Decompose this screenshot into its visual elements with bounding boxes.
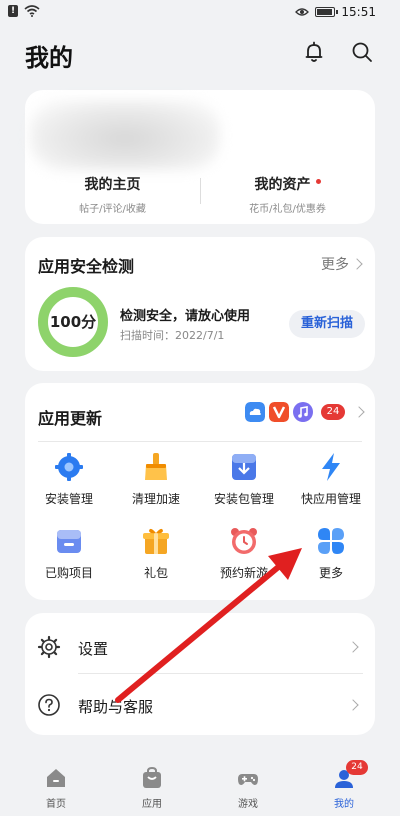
- status-bar: ! 15:51: [0, 0, 400, 26]
- rescan-button[interactable]: 重新扫描: [289, 310, 365, 338]
- gamepad-icon: [238, 774, 258, 785]
- settings-gear-icon: [37, 635, 61, 659]
- scan-time: 扫描时间：2022/7/1: [120, 329, 225, 342]
- more-label: 更多: [321, 257, 349, 273]
- app-bag-icon: [143, 766, 161, 788]
- bottom-navigation: 首页 应用 游戏 24 我的: [0, 756, 400, 816]
- package-management-item[interactable]: 安装包管理: [200, 451, 288, 507]
- purchased-items-item[interactable]: 已购项目: [25, 525, 113, 581]
- my-homepage-entry[interactable]: 我的主页 帖子/评论/收藏: [25, 174, 200, 215]
- search-icon[interactable]: [350, 40, 374, 64]
- install-management-label: 安装管理: [44, 492, 93, 506]
- settings-label: 设置: [78, 640, 109, 658]
- app-update-title: 应用更新: [38, 409, 103, 428]
- profile-card: 我的主页 帖子/评论/收藏 我的资产 花币/礼包/优惠券: [25, 90, 375, 224]
- quick-app-management-item[interactable]: 快应用管理: [287, 451, 375, 507]
- battery-icon: [315, 7, 339, 17]
- my-assets-sub: 花币/礼包/优惠券: [249, 204, 326, 215]
- nav-home[interactable]: 首页: [26, 766, 86, 810]
- quick-app-management-label: 快应用管理: [300, 492, 361, 506]
- bell-icon[interactable]: [302, 40, 326, 64]
- v-app-icon: [269, 402, 289, 422]
- more-tools-item[interactable]: 更多: [287, 525, 375, 581]
- nav-mine-badge: 24: [346, 760, 368, 775]
- reserve-new-game-item[interactable]: 预约新游: [200, 525, 288, 581]
- divider: [38, 441, 362, 442]
- cloud-app-icon: [245, 402, 265, 422]
- score-label: 100分: [49, 313, 97, 331]
- music-app-icon: [293, 402, 313, 422]
- nav-apps-label: 应用: [142, 799, 162, 810]
- settings-row[interactable]: 设置: [25, 617, 375, 673]
- package-management-label: 安装包管理: [213, 492, 274, 506]
- my-assets-label: 我的资产: [254, 177, 311, 193]
- divider: [78, 673, 363, 674]
- help-service-label: 帮助与客服: [78, 698, 154, 716]
- nav-home-label: 首页: [46, 799, 66, 810]
- nav-apps[interactable]: 应用: [122, 766, 182, 810]
- purchased-box-icon: [57, 530, 81, 553]
- my-homepage-sub: 帖子/评论/收藏: [79, 204, 146, 215]
- security-card: 应用安全检测 更多 100分 检测安全，请放心使用 扫描时间：2022/7/1 …: [25, 237, 375, 371]
- wifi-icon: [24, 5, 40, 17]
- clean-speedup-item[interactable]: 清理加速: [112, 451, 200, 507]
- clean-speedup-label: 清理加速: [131, 492, 180, 506]
- install-management-item[interactable]: 安装管理: [25, 451, 113, 507]
- chevron-right-icon: [347, 699, 359, 711]
- settings-card: 设置 帮助与客服: [25, 613, 375, 735]
- nav-games[interactable]: 游戏: [218, 766, 278, 810]
- package-icon: [232, 454, 256, 480]
- nav-games-label: 游戏: [238, 799, 258, 810]
- chevron-right-icon: [351, 258, 363, 270]
- more-tools-label: 更多: [318, 566, 343, 580]
- help-service-row[interactable]: 帮助与客服: [25, 675, 375, 731]
- security-score-ring: 100分: [36, 285, 110, 359]
- security-more-link[interactable]: 更多: [321, 254, 363, 274]
- four-petal-icon: [318, 528, 344, 554]
- my-homepage-label: 我的主页: [84, 177, 141, 193]
- clock: 15:51: [341, 5, 376, 19]
- security-status: 检测安全，请放心使用: [120, 309, 251, 324]
- lightning-icon: [322, 453, 340, 481]
- chevron-right-icon: [347, 641, 359, 653]
- home-icon: [47, 769, 65, 787]
- nav-mine-label: 我的: [334, 799, 354, 810]
- nav-mine[interactable]: 24 我的: [314, 760, 374, 810]
- purchased-items-label: 已购项目: [44, 566, 93, 580]
- chevron-right-icon: [353, 406, 365, 418]
- gift-pack-label: 礼包: [143, 566, 168, 580]
- page-title: 我的: [25, 44, 73, 72]
- gift-icon: [143, 528, 169, 554]
- blurred-profile-info: [30, 100, 220, 170]
- broom-icon: [145, 453, 167, 480]
- red-dot-indicator: [315, 178, 321, 184]
- gift-pack-item[interactable]: 礼包: [112, 525, 200, 581]
- security-title: 应用安全检测: [38, 257, 135, 276]
- eye-icon: [295, 8, 310, 16]
- app-update-card: 应用更新 24 安装管理 清理加速 安装包管理 快应用管理 已购项目 礼包 预约…: [25, 383, 375, 600]
- help-question-icon: [38, 694, 60, 716]
- update-count-badge: 24: [321, 404, 345, 420]
- app-update-preview[interactable]: 24: [245, 402, 365, 422]
- reserve-new-game-label: 预约新游: [219, 566, 268, 580]
- alarm-clock-icon: [231, 528, 257, 554]
- my-assets-entry[interactable]: 我的资产 花币/礼包/优惠券: [200, 174, 375, 215]
- gear-icon: [55, 453, 83, 481]
- notification-icon: !: [8, 5, 18, 17]
